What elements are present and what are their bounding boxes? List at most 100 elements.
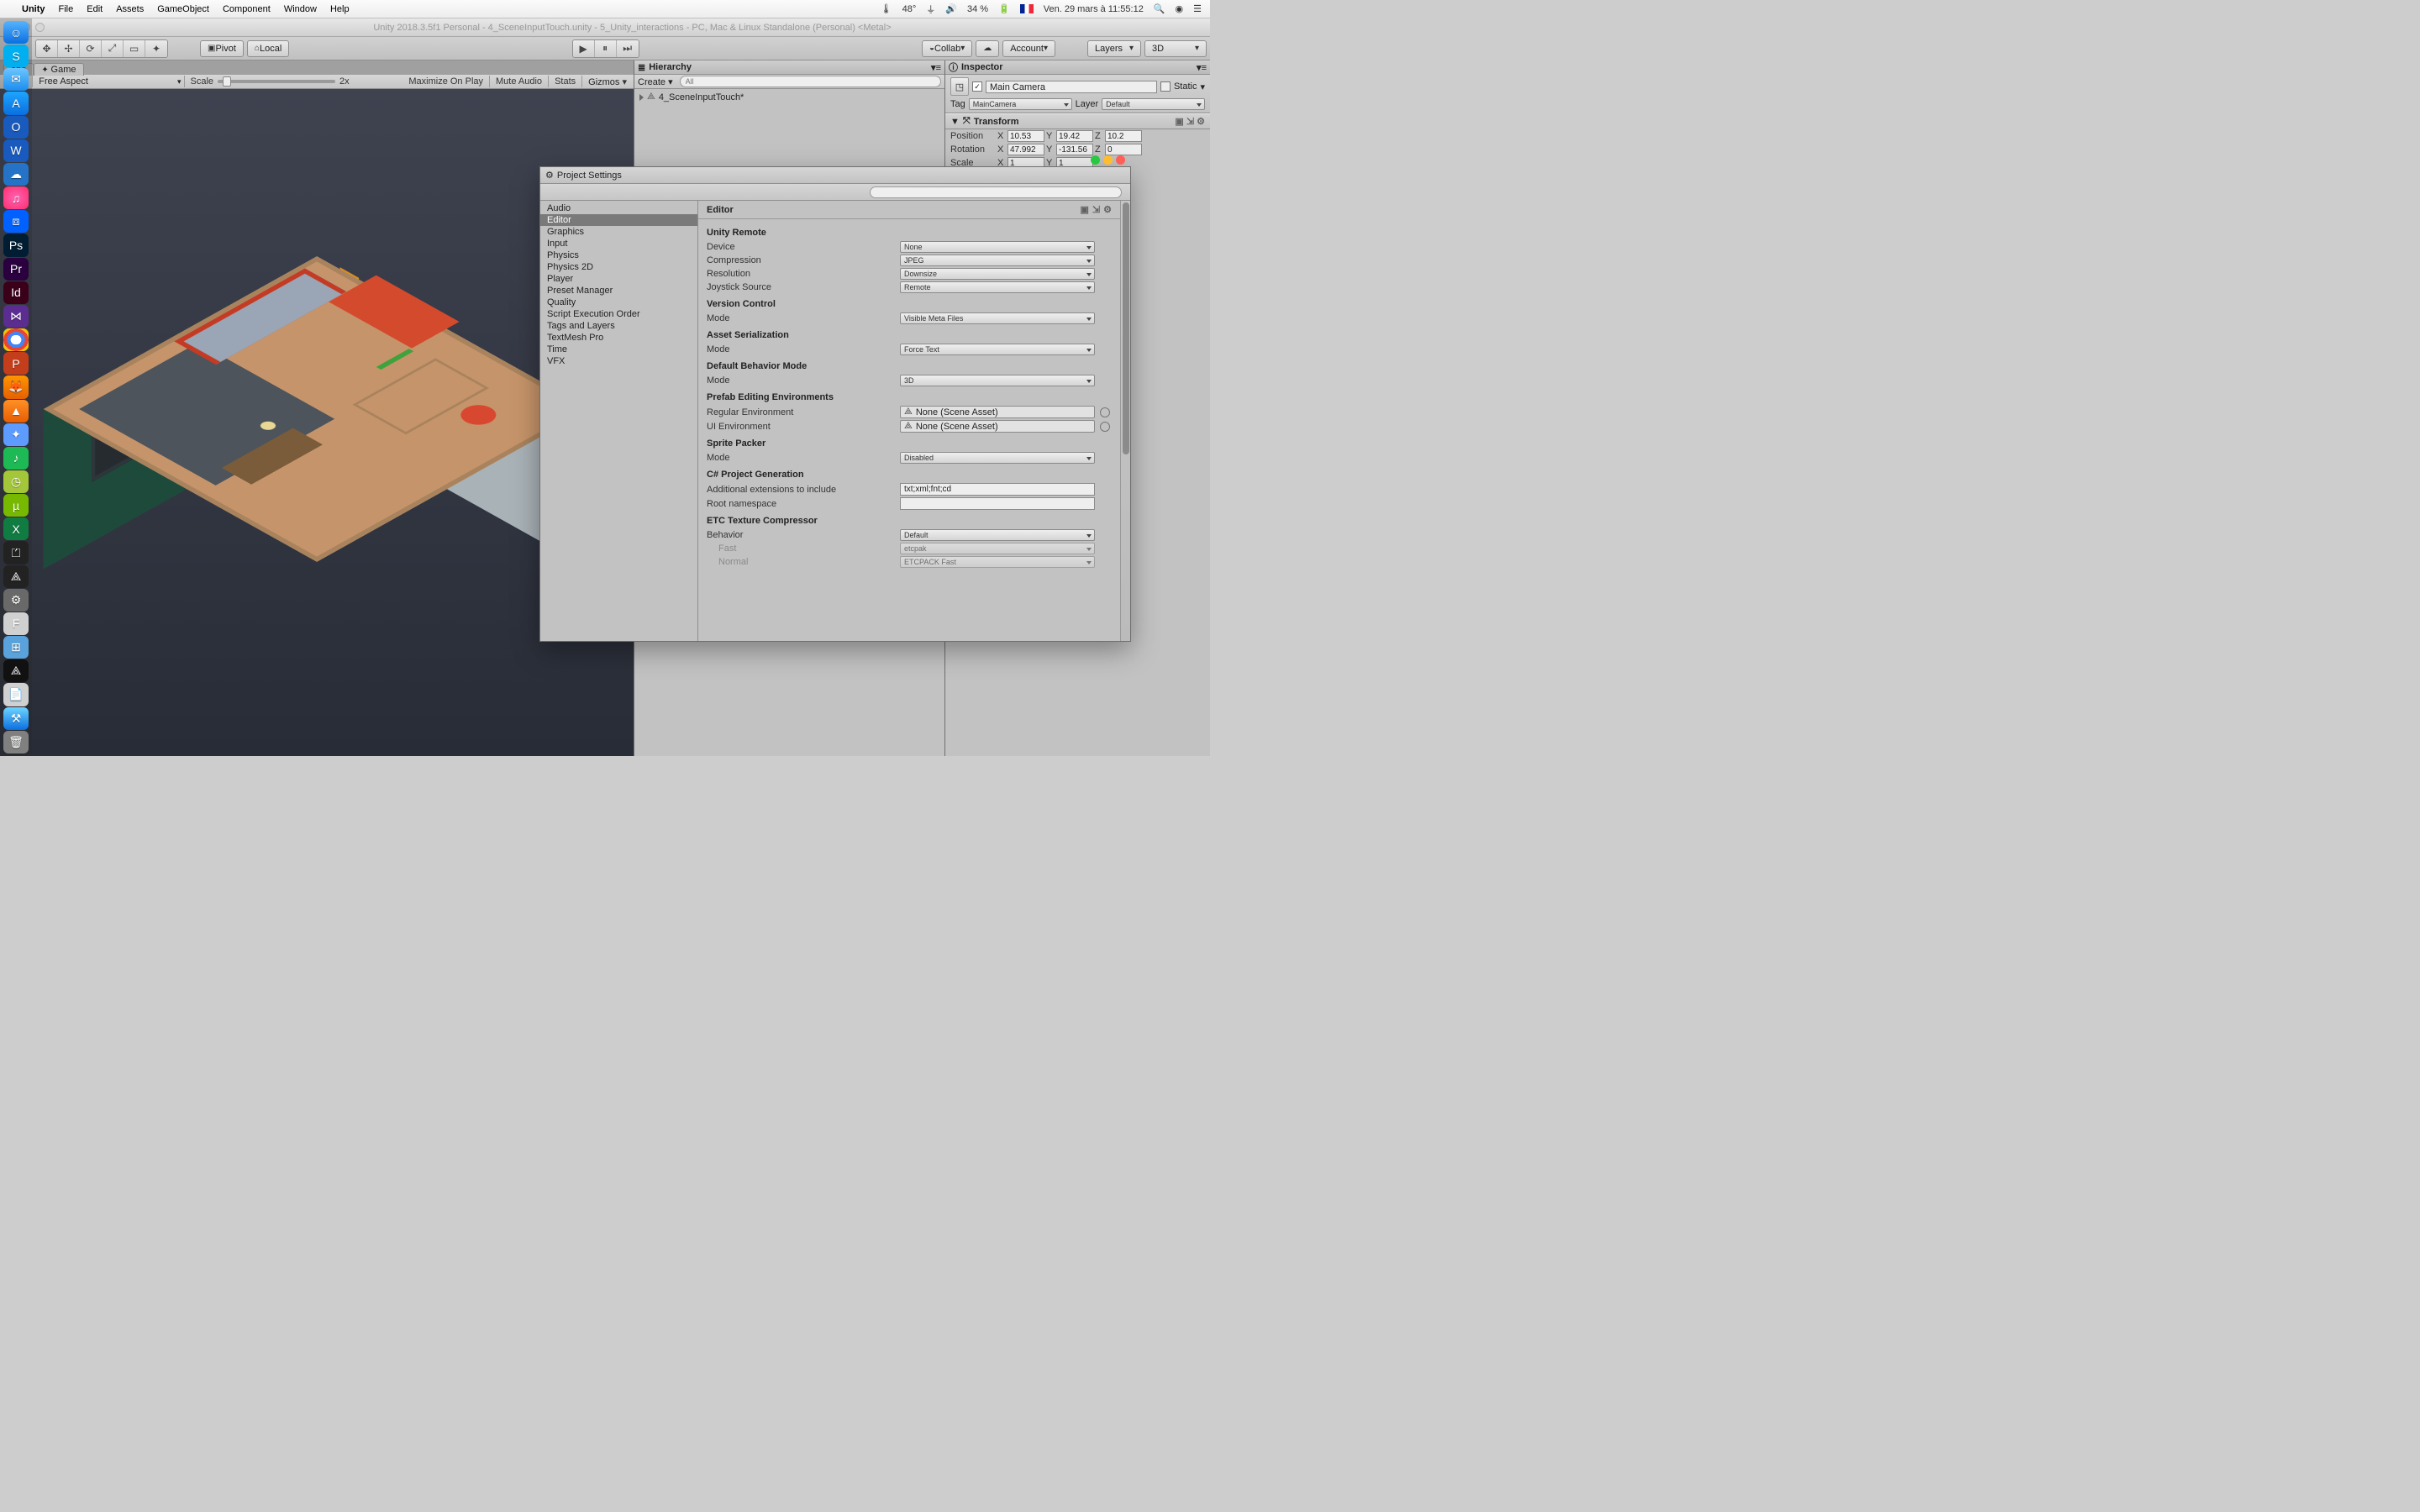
etc-behavior-dropdown[interactable]: Default: [900, 529, 1095, 541]
static-checkbox[interactable]: [1160, 81, 1171, 92]
sidebar-item-input[interactable]: Input: [540, 238, 697, 249]
ps-close-icon[interactable]: [1116, 155, 1125, 165]
reset-icon[interactable]: ⇲: [1092, 204, 1100, 215]
sidebar-item-tags[interactable]: Tags and Layers: [540, 320, 697, 332]
input-flag-icon[interactable]: [1020, 4, 1034, 13]
tab-game[interactable]: ✦ Game: [34, 63, 83, 76]
spotlight-icon[interactable]: 🔍: [1154, 3, 1165, 14]
root-namespace-input[interactable]: [900, 497, 1095, 510]
dock-firefox-icon[interactable]: 🦊: [3, 375, 29, 398]
dock-powerpoint-icon[interactable]: P: [3, 352, 29, 375]
position-y[interactable]: [1056, 130, 1093, 142]
siri-icon[interactable]: ◉: [1176, 3, 1184, 14]
play-button[interactable]: ▶: [573, 40, 595, 57]
dock-blender-icon[interactable]: ✦: [3, 423, 29, 446]
window-zoom-icon[interactable]: [35, 23, 45, 32]
panel-menu-icon[interactable]: ▾≡: [1197, 62, 1207, 73]
joystick-dropdown[interactable]: Remote: [900, 281, 1095, 293]
sidebar-item-textmeshpro[interactable]: TextMesh Pro: [540, 332, 697, 344]
dock-androidstudio-icon[interactable]: ◷: [3, 470, 29, 493]
dock-appstore-icon[interactable]: A: [3, 92, 29, 114]
extensions-input[interactable]: [900, 483, 1095, 496]
dock-indesign-icon[interactable]: Id: [3, 281, 29, 304]
sidebar-item-graphics[interactable]: Graphics: [540, 226, 697, 238]
rect-tool-icon[interactable]: ▭: [124, 40, 145, 57]
dock-premiere-icon[interactable]: Pr: [3, 258, 29, 281]
sidebar-item-physics2d[interactable]: Physics 2D: [540, 261, 697, 273]
pause-button[interactable]: ⏸: [595, 40, 617, 57]
static-dropdown-icon[interactable]: ▾: [1200, 81, 1205, 92]
sidebar-item-vfx[interactable]: VFX: [540, 355, 697, 367]
rotation-y[interactable]: [1056, 144, 1093, 155]
sidebar-item-quality[interactable]: Quality: [540, 297, 697, 308]
sidebar-item-preset[interactable]: Preset Manager: [540, 285, 697, 297]
sidebar-item-player[interactable]: Player: [540, 273, 697, 285]
dock-utorrent-icon[interactable]: µ: [3, 494, 29, 517]
dock-music-icon[interactable]: ♫: [3, 186, 29, 209]
menu-assets[interactable]: Assets: [116, 4, 144, 14]
dock-visualstudio-icon[interactable]: ⋈: [3, 305, 29, 328]
tag-dropdown[interactable]: MainCamera: [969, 98, 1072, 110]
rotation-x[interactable]: [1007, 144, 1044, 155]
ps-zoom-icon[interactable]: [1091, 155, 1100, 165]
notification-center-icon[interactable]: ☰: [1193, 3, 1202, 14]
panel-menu-icon[interactable]: ▾≡: [931, 62, 941, 73]
sidebar-item-physics[interactable]: Physics: [540, 249, 697, 261]
dock-unity-icon[interactable]: ⟁: [3, 659, 29, 682]
game-viewport[interactable]: [0, 89, 634, 756]
serialization-dropdown[interactable]: Force Text: [900, 344, 1095, 355]
dock-dropbox-icon[interactable]: ⧈: [3, 210, 29, 233]
dock-activity-icon[interactable]: ⏍: [3, 541, 29, 564]
wifi-icon[interactable]: ⏚: [926, 3, 935, 16]
vc-mode-dropdown[interactable]: Visible Meta Files: [900, 312, 1095, 324]
dock-vlc-icon[interactable]: ▲: [3, 400, 29, 423]
dock-chrome-icon[interactable]: [3, 328, 29, 351]
pivot-toggle[interactable]: ▣ Pivot: [200, 40, 244, 57]
hierarchy-create[interactable]: Create ▾: [638, 76, 673, 87]
gameobject-name[interactable]: Main Camera: [986, 81, 1157, 93]
behavior-mode-dropdown[interactable]: 3D: [900, 375, 1095, 386]
sidebar-item-editor[interactable]: Editor: [540, 214, 697, 226]
dock-mail-icon[interactable]: ✉: [3, 68, 29, 91]
position-z[interactable]: [1105, 130, 1142, 142]
gameobject-active-checkbox[interactable]: ✓: [972, 81, 982, 92]
sidebar-item-audio[interactable]: Audio: [540, 202, 697, 214]
step-button[interactable]: ⏭: [617, 40, 639, 57]
dock-photoshop-icon[interactable]: Ps: [3, 234, 29, 256]
rotate-tool-icon[interactable]: ⟳: [80, 40, 102, 57]
menu-window[interactable]: Window: [284, 4, 317, 14]
dock-onedrive-icon[interactable]: ☁: [3, 163, 29, 186]
local-toggle[interactable]: ⌂ Local: [247, 40, 289, 57]
hierarchy-root[interactable]: ⟁4_SceneInputTouch*: [638, 91, 941, 103]
menu-file[interactable]: File: [59, 4, 74, 14]
object-picker-icon[interactable]: [1100, 407, 1110, 417]
account-dropdown[interactable]: Account ▾: [1002, 40, 1055, 57]
scale-tool-icon[interactable]: ⤢: [102, 40, 124, 57]
ps-minimize-icon[interactable]: [1103, 155, 1113, 165]
hierarchy-search[interactable]: [680, 76, 941, 87]
resolution-dropdown[interactable]: Downsize: [900, 268, 1095, 280]
gear-icon[interactable]: ⚙: [1103, 204, 1112, 215]
dock-excel-icon[interactable]: X: [3, 517, 29, 540]
object-picker-icon[interactable]: [1100, 422, 1110, 432]
mute-audio[interactable]: Mute Audio: [492, 76, 545, 87]
dock-unityhub-icon[interactable]: ⟁: [3, 565, 29, 588]
compression-dropdown[interactable]: JPEG: [900, 255, 1095, 266]
regular-env-field[interactable]: ⟁None (Scene Asset): [900, 406, 1095, 418]
multi-tool-icon[interactable]: ✦: [145, 40, 167, 57]
battery-icon[interactable]: 🔋: [998, 3, 1010, 14]
sidebar-item-time[interactable]: Time: [540, 344, 697, 355]
transform-component-header[interactable]: ▼⤧Transform▣ ⇲ ⚙: [945, 113, 1210, 129]
stats-toggle[interactable]: Stats: [551, 76, 579, 87]
ui-env-field[interactable]: ⟁None (Scene Asset): [900, 420, 1095, 433]
menu-component[interactable]: Component: [223, 4, 271, 14]
volume-icon[interactable]: 🔊: [945, 3, 957, 14]
rotation-z[interactable]: [1105, 144, 1142, 155]
layout-dropdown[interactable]: 3D ▾: [1144, 40, 1207, 57]
dock-word-icon[interactable]: W: [3, 139, 29, 162]
dock-trash-icon[interactable]: 🗑: [3, 731, 29, 753]
menu-help[interactable]: Help: [330, 4, 350, 14]
scale-slider[interactable]: [218, 80, 335, 83]
preset-icon[interactable]: ▣: [1081, 204, 1089, 215]
dock-xcode-icon[interactable]: ⚒: [3, 707, 29, 730]
